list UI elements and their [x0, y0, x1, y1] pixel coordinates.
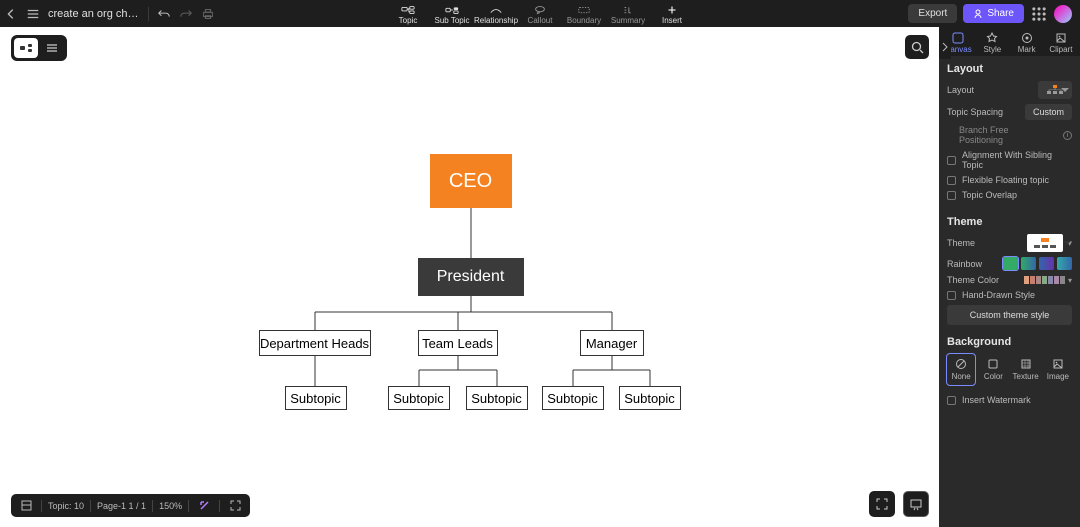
- section-layout-title: Layout: [947, 63, 1072, 75]
- bg-texture[interactable]: Texture: [1012, 354, 1040, 385]
- fit-button[interactable]: [869, 491, 895, 517]
- print-icon[interactable]: [197, 0, 219, 27]
- section-theme-title: Theme: [947, 216, 1072, 228]
- tool-boundary[interactable]: Boundary: [562, 5, 606, 27]
- tool-callout[interactable]: Callout: [518, 5, 562, 27]
- fullscreen-icon[interactable]: [226, 497, 244, 515]
- theme-color-swatches[interactable]: [1024, 276, 1065, 284]
- section-bg-title: Background: [947, 336, 1072, 348]
- checkbox-watermark[interactable]: Insert Watermark: [947, 395, 1072, 405]
- theme-color-label: Theme Color: [947, 275, 999, 285]
- undo-icon[interactable]: [153, 0, 175, 27]
- tool-relationship[interactable]: Relationship: [474, 5, 518, 27]
- org-chart: CEO President Department Heads Team Lead…: [230, 132, 710, 432]
- side-panel: Layout Layout Topic Spacing Custom Branch…: [939, 56, 1080, 527]
- tab-style[interactable]: Style: [975, 32, 1009, 56]
- node-dept-heads[interactable]: Department Heads: [259, 330, 371, 356]
- node-team-leads[interactable]: Team Leads: [418, 330, 498, 356]
- rainbow-opt-4[interactable]: [1057, 257, 1072, 270]
- back-icon[interactable]: [0, 0, 22, 27]
- tool-subtopic[interactable]: Sub Topic: [430, 5, 474, 27]
- view-mindmap-button[interactable]: [14, 38, 38, 58]
- node-subtopic[interactable]: Subtopic: [285, 386, 347, 410]
- top-toolbar: create an org chart for a c... Topic Sub…: [0, 0, 1080, 27]
- node-subtopic[interactable]: Subtopic: [542, 386, 604, 410]
- rainbow-label: Rainbow: [947, 259, 982, 269]
- theme-selector[interactable]: [1027, 234, 1063, 252]
- view-toggle: [11, 35, 67, 61]
- tab-mark[interactable]: Mark: [1010, 32, 1044, 56]
- info-icon[interactable]: i: [1063, 131, 1072, 140]
- checkbox-align[interactable]: Alignment With Sibling Topic: [947, 150, 1072, 170]
- topic-count: Topic: 10: [48, 501, 84, 511]
- checkbox-flex[interactable]: Flexible Floating topic: [947, 175, 1072, 185]
- rainbow-opt-3[interactable]: [1039, 257, 1054, 270]
- export-button[interactable]: Export: [908, 4, 957, 23]
- document-title[interactable]: create an org chart for a c...: [44, 8, 144, 20]
- spacing-label: Topic Spacing: [947, 107, 1003, 117]
- theme-label: Theme: [947, 238, 975, 248]
- menu-icon[interactable]: [22, 0, 44, 27]
- node-president[interactable]: President: [418, 258, 524, 296]
- bg-image[interactable]: Image: [1044, 354, 1072, 385]
- layout-label: Layout: [947, 85, 974, 95]
- panel-collapse-button[interactable]: [939, 35, 951, 59]
- spacing-custom-button[interactable]: Custom: [1025, 104, 1072, 120]
- avatar[interactable]: [1054, 5, 1072, 23]
- checkbox-handdrawn[interactable]: Hand-Drawn Style: [947, 290, 1072, 300]
- search-button[interactable]: [905, 35, 929, 59]
- tool-insert[interactable]: Insert: [650, 5, 694, 27]
- bottom-bar: Topic: 10 Page-1 1 / 1 150%: [11, 494, 250, 517]
- tool-topic[interactable]: Topic: [386, 5, 430, 27]
- rainbow-opt-1[interactable]: [1003, 257, 1018, 270]
- redo-icon[interactable]: [175, 0, 197, 27]
- node-manager[interactable]: Manager: [580, 330, 644, 356]
- node-subtopic[interactable]: Subtopic: [466, 386, 528, 410]
- checkbox-overlap[interactable]: Topic Overlap: [947, 190, 1072, 200]
- view-outline-button[interactable]: [40, 38, 64, 58]
- node-subtopic[interactable]: Subtopic: [619, 386, 681, 410]
- share-button[interactable]: Share: [963, 4, 1024, 23]
- layout-selector[interactable]: [1038, 81, 1072, 99]
- apps-icon[interactable]: [1030, 5, 1048, 23]
- node-ceo[interactable]: CEO: [430, 154, 512, 208]
- tab-clipart[interactable]: Clipart: [1044, 32, 1078, 56]
- side-tabs: Canvas Style Mark Clipart: [939, 27, 1080, 56]
- rainbow-opt-2[interactable]: [1021, 257, 1036, 270]
- ai-icon[interactable]: [195, 497, 213, 515]
- node-subtopic[interactable]: Subtopic: [388, 386, 450, 410]
- bg-none[interactable]: None: [947, 354, 975, 385]
- bg-color[interactable]: Color: [979, 354, 1007, 385]
- pages-icon[interactable]: [17, 497, 35, 515]
- custom-theme-button[interactable]: Custom theme style: [947, 305, 1072, 325]
- canvas-area[interactable]: CEO President Department Heads Team Lead…: [0, 27, 939, 527]
- zoom-level[interactable]: 150%: [159, 501, 182, 511]
- present-button[interactable]: [903, 491, 929, 517]
- bfp-label: Branch Free Positioning: [959, 125, 1054, 145]
- tool-summary[interactable]: Summary: [606, 5, 650, 27]
- page-info[interactable]: Page-1 1 / 1: [97, 501, 146, 511]
